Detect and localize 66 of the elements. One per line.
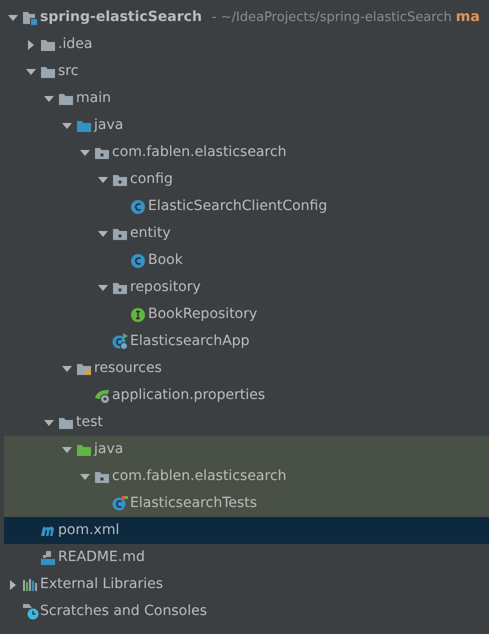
expanded-arrow-icon[interactable] xyxy=(62,120,72,130)
package-folder-icon xyxy=(94,470,110,484)
tree-item-label: repository xyxy=(130,278,201,297)
package-folder-icon xyxy=(112,280,128,294)
scratch-clock-icon xyxy=(22,603,40,620)
collapsed-arrow-icon[interactable] xyxy=(8,580,18,590)
expanded-arrow-icon[interactable] xyxy=(62,444,72,454)
folder-icon xyxy=(76,118,92,132)
tree-row[interactable]: ElasticsearchTests xyxy=(4,490,489,517)
tree-row[interactable]: pom.xml xyxy=(4,517,489,544)
class-icon xyxy=(130,198,146,214)
tree-item-label: spring-elasticSearch xyxy=(40,8,202,27)
project-path: - ~/IdeaProjects/spring-elasticSearch xyxy=(212,8,452,27)
tree-item-label: Book xyxy=(148,251,183,270)
expanded-arrow-icon[interactable] xyxy=(8,12,18,22)
tree-item-label: BookRepository xyxy=(148,305,258,324)
folder-icon xyxy=(76,442,92,456)
tree-item-label: com.fablen.elasticsearch xyxy=(112,467,287,486)
tree-item-label: Scratches and Consoles xyxy=(40,602,207,621)
tree-item-label: ElasticsearchTests xyxy=(130,494,258,513)
folder-icon xyxy=(58,416,74,430)
tree-item-label: .idea xyxy=(58,35,92,54)
package-folder-icon xyxy=(112,226,128,240)
tree-item-label: README.md xyxy=(58,548,145,567)
class-icon xyxy=(130,252,146,268)
maven-m-icon xyxy=(40,524,56,536)
interface-icon xyxy=(130,306,146,322)
tree-item-label: config xyxy=(130,170,173,189)
tree-item-label: ElasticsearchApp xyxy=(130,332,250,351)
tree-row[interactable]: java xyxy=(4,436,489,463)
test-class-icon xyxy=(112,495,129,512)
resources-folder-icon xyxy=(76,362,92,376)
project-folder-icon xyxy=(22,10,38,24)
tree-item-label: resources xyxy=(94,359,162,378)
expanded-arrow-icon[interactable] xyxy=(80,148,90,158)
expanded-arrow-icon[interactable] xyxy=(80,472,90,482)
leaf-gear-icon xyxy=(94,388,112,404)
folder-icon xyxy=(40,38,56,52)
expanded-arrow-icon[interactable] xyxy=(98,282,108,292)
tree-item-label: ElasticSearchClientConfig xyxy=(148,197,328,216)
tree-row[interactable]: com.fablen.elasticsearch xyxy=(4,463,489,490)
expanded-arrow-icon[interactable] xyxy=(98,228,108,238)
tree-item-label: External Libraries xyxy=(40,575,163,594)
run-class-icon xyxy=(112,333,129,350)
tree-item-label: java xyxy=(94,440,124,459)
tree-item-label: main xyxy=(76,89,111,108)
expanded-arrow-icon[interactable] xyxy=(62,364,72,374)
expanded-arrow-icon[interactable] xyxy=(98,174,108,184)
expanded-arrow-icon[interactable] xyxy=(26,66,36,76)
package-folder-icon xyxy=(94,146,110,160)
tree-item-label: entity xyxy=(130,224,171,243)
tree-item-label: java xyxy=(94,116,124,135)
collapsed-arrow-icon[interactable] xyxy=(26,40,36,50)
tree-item-label: com.fablen.elasticsearch xyxy=(112,143,287,162)
markdown-file-icon xyxy=(40,550,56,566)
folder-icon xyxy=(40,64,56,78)
tree-item-label: pom.xml xyxy=(58,521,120,540)
library-bars-icon xyxy=(22,578,38,592)
tree-item-label: application.properties xyxy=(112,386,266,405)
folder-icon xyxy=(58,92,74,106)
branch-name: ma xyxy=(456,8,480,27)
expanded-arrow-icon[interactable] xyxy=(44,418,54,428)
package-folder-icon xyxy=(112,172,128,186)
expanded-arrow-icon[interactable] xyxy=(44,94,54,104)
tree-item-label: src xyxy=(58,62,78,81)
tree-item-label: test xyxy=(76,413,103,432)
